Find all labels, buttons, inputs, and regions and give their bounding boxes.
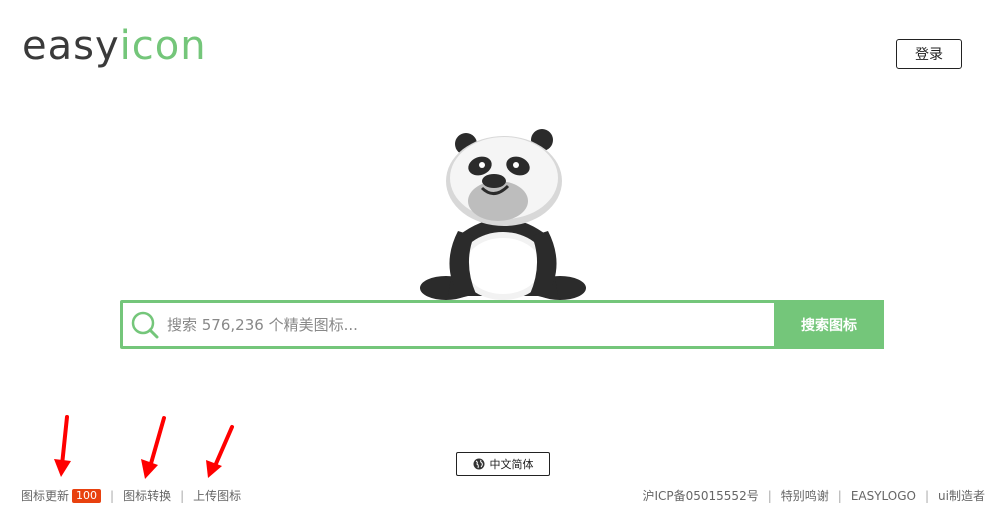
icp-license-link[interactable]: 沪ICP备05015552号 (642, 487, 758, 504)
search-icon (123, 303, 167, 346)
search-input[interactable] (167, 303, 774, 346)
special-thanks-link[interactable]: 特别鸣谢 (781, 487, 829, 504)
upload-icons-link[interactable]: 上传图标 (193, 487, 241, 504)
footer-separator: | (110, 488, 115, 503)
globe-icon (473, 458, 484, 470)
footer-right-links: 沪ICP备05015552号 | 特别鸣谢 | EASYLOGO | ui制造者 (642, 487, 985, 504)
footer-separator: | (767, 488, 772, 503)
icon-convert-link[interactable]: 图标转换 (123, 487, 171, 504)
language-selector-button[interactable]: 中文简体 (456, 452, 550, 476)
logo-text-easy: easy (22, 23, 120, 69)
footer-separator: | (180, 488, 185, 503)
logo-text-icon: icon (119, 23, 207, 69)
search-bar: 搜索图标 (120, 300, 884, 349)
update-count-badge: 100 (72, 488, 102, 503)
footer-separator: | (925, 488, 930, 503)
language-label: 中文简体 (489, 458, 534, 471)
red-arrow-icon (206, 425, 234, 478)
footer-left-links: 图标更新 100 | 图标转换 | 上传图标 (21, 487, 241, 504)
icon-updates-link[interactable]: 图标更新 (21, 487, 69, 504)
footer-separator: | (837, 488, 842, 503)
red-arrow-icon (141, 416, 166, 479)
ui-maker-link[interactable]: ui制造者 (938, 487, 985, 504)
panda-mascot-image (420, 129, 586, 300)
easyicon-logo[interactable]: easyicon (22, 26, 207, 66)
search-icons-button[interactable]: 搜索图标 (774, 300, 884, 349)
easylogo-link[interactable]: EASYLOGO (851, 489, 916, 503)
login-button[interactable]: 登录 (896, 39, 962, 69)
red-arrow-icon (54, 415, 71, 477)
